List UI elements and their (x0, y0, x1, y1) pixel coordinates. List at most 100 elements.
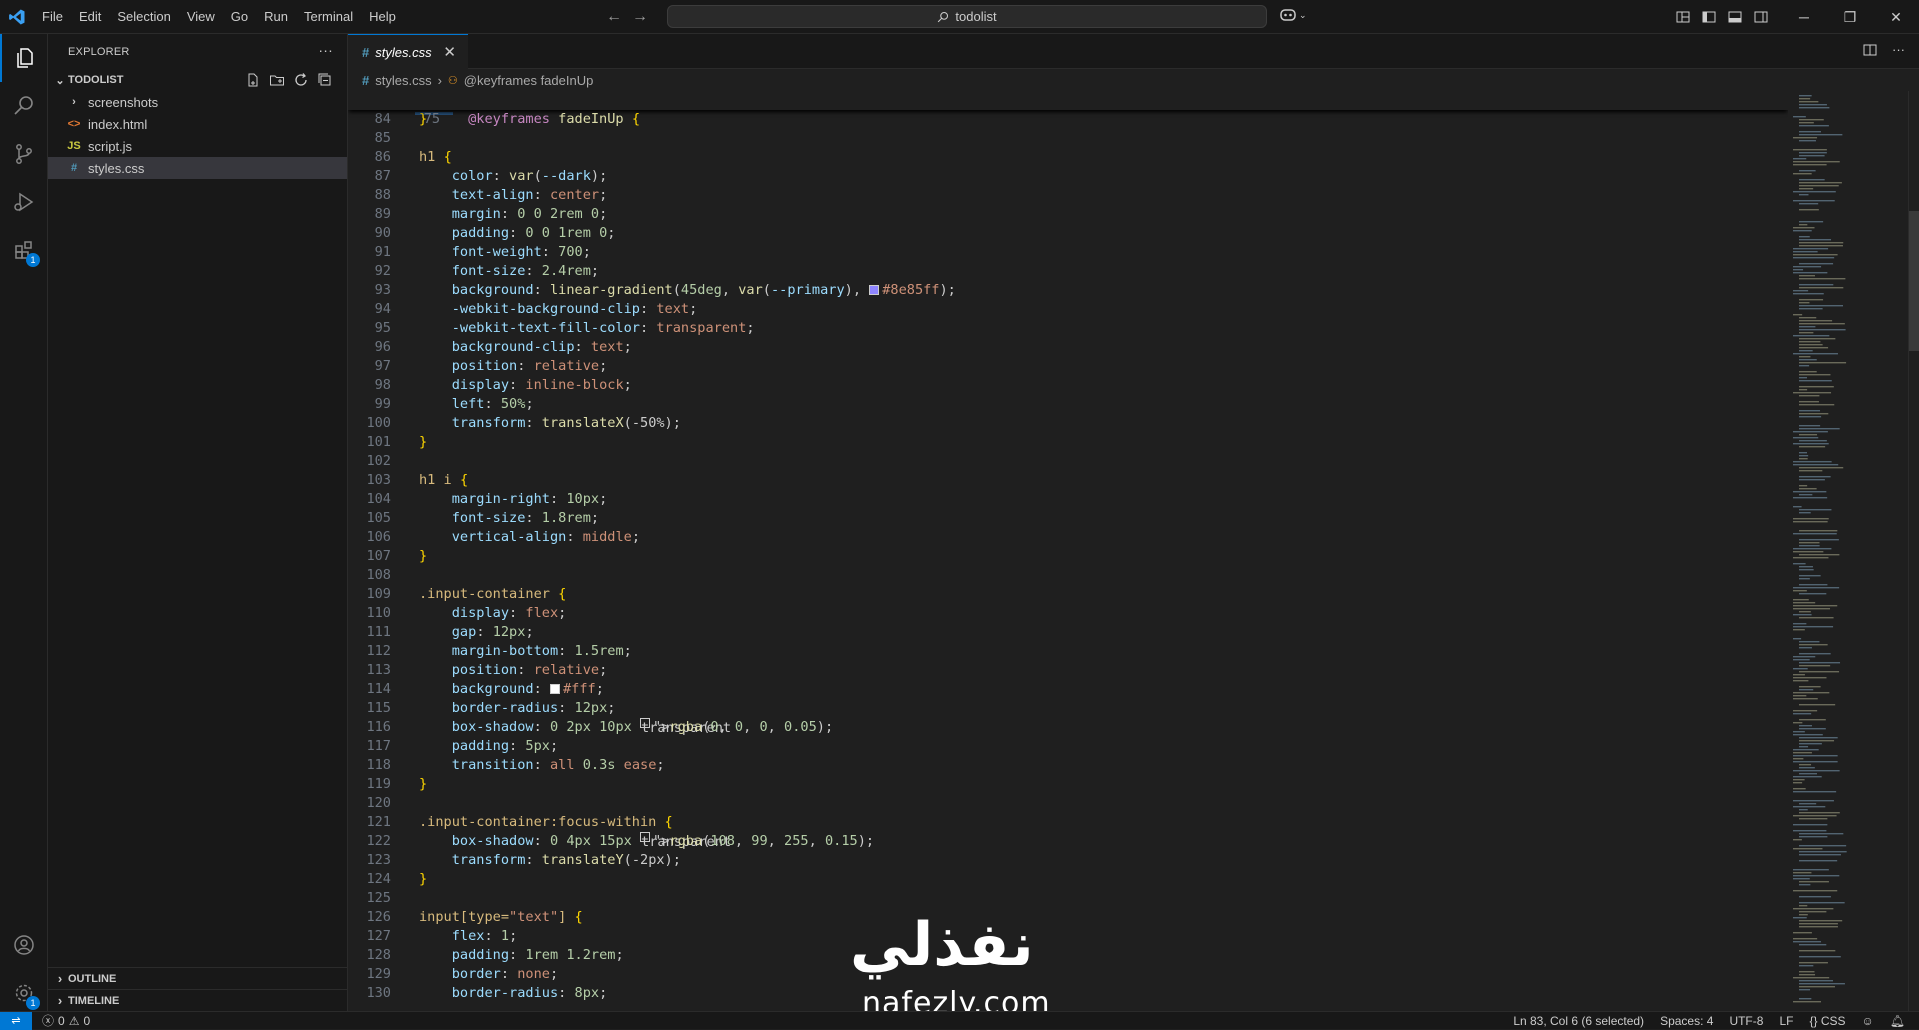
menu-go[interactable]: Go (223, 0, 256, 34)
minimize-icon[interactable]: ─ (1781, 0, 1827, 34)
refresh-icon[interactable] (293, 72, 309, 88)
manage-activity[interactable]: 1 (0, 969, 48, 1017)
folder-todolist[interactable]: ⌄ TODOLIST (48, 69, 347, 91)
code-line[interactable]: 99 left: 50%; (348, 395, 1788, 414)
code-line[interactable]: 87 color: var(--dark); (348, 167, 1788, 186)
vscode-logo-icon[interactable] (0, 0, 34, 34)
tree-item-screenshots[interactable]: › screenshots (48, 91, 347, 113)
menu-help[interactable]: Help (361, 0, 404, 34)
code-line[interactable]: 114 background: #fff; (348, 680, 1788, 699)
menu-view[interactable]: View (179, 0, 223, 34)
indentation[interactable]: Spaces: 4 (1660, 1014, 1713, 1028)
code-line[interactable]: 86 h1 { (348, 148, 1788, 167)
breadcrumb-file[interactable]: styles.css (375, 73, 431, 88)
code-line[interactable]: 124} (348, 870, 1788, 889)
outline-section[interactable]: › OUTLINE (48, 967, 348, 989)
vertical-scrollbar[interactable] (1908, 91, 1919, 1011)
code-line[interactable]: 127 flex: 1; (348, 927, 1788, 946)
scrollbar-thumb[interactable] (1909, 211, 1919, 351)
problems-indicator[interactable]: ⓧ 0 ⚠ 0 (42, 1012, 90, 1029)
menu-terminal[interactable]: Terminal (296, 0, 361, 34)
code-line[interactable]: 101} (348, 433, 1788, 452)
code-line[interactable]: 117 padding: 5px; (348, 737, 1788, 756)
code-line[interactable]: 111 gap: 12px; (348, 623, 1788, 642)
code-line[interactable]: 120 (348, 794, 1788, 813)
code-line[interactable]: 89 margin: 0 0 2rem 0; (348, 205, 1788, 224)
toggle-secondary-sidebar-icon[interactable] (1753, 9, 1769, 25)
end-of-line[interactable]: LF (1779, 1014, 1793, 1028)
command-center-search[interactable]: todolist (667, 5, 1267, 28)
back-arrow-icon[interactable]: ← (606, 8, 622, 26)
customize-layout-icon[interactable] (1675, 9, 1691, 25)
code-line[interactable]: 91 font-weight: 700; (348, 243, 1788, 262)
more-actions-icon[interactable]: ··· (318, 42, 333, 58)
menu-selection[interactable]: Selection (109, 0, 178, 34)
color-swatch[interactable]: transparent (640, 718, 731, 736)
code-line[interactable]: 94 -webkit-background-clip: text; (348, 300, 1788, 319)
cursor-position[interactable]: Ln 83, Col 6 (6 selected) (1513, 1014, 1644, 1028)
code-line[interactable]: 122 box-shadow: 0 4px 15px transparent">… (348, 832, 1788, 851)
color-swatch[interactable] (549, 684, 560, 694)
close-window-icon[interactable]: ✕ (1873, 0, 1919, 34)
explorer-activity[interactable] (0, 34, 48, 82)
breadcrumb-symbol[interactable]: @keyframes fadeInUp (464, 73, 594, 88)
notifications-icon[interactable]: 🔔︎ (1890, 1014, 1905, 1028)
copilot-status-icon[interactable]: ☺ (1862, 1014, 1874, 1028)
color-swatch[interactable]: transparent (640, 832, 731, 850)
menu-file[interactable]: File (34, 0, 71, 34)
code-line[interactable]: 98 display: inline-block; (348, 376, 1788, 395)
tree-item-script-js[interactable]: JS script.js (48, 135, 347, 157)
source-control-activity[interactable] (0, 130, 48, 178)
tab-styles-css[interactable]: # styles.css ✕ (348, 34, 468, 69)
code-line[interactable]: 115 border-radius: 12px; (348, 699, 1788, 718)
menu-run[interactable]: Run (256, 0, 296, 34)
timeline-section[interactable]: › TIMELINE (48, 989, 348, 1011)
code-line[interactable]: 103 h1 i { (348, 471, 1788, 490)
code-line[interactable]: 129 border: none; (348, 965, 1788, 984)
code-line[interactable]: 90 padding: 0 0 1rem 0; (348, 224, 1788, 243)
code-line[interactable]: 96 background-clip: text; (348, 338, 1788, 357)
restore-icon[interactable]: ❐ (1827, 0, 1873, 34)
code-line[interactable]: 92 font-size: 2.4rem; (348, 262, 1788, 281)
tree-item-index-html[interactable]: <> index.html (48, 113, 347, 135)
code-line[interactable]: 126 input[type="text"] { (348, 908, 1788, 927)
code-line[interactable]: 112 margin-bottom: 1.5rem; (348, 642, 1788, 661)
sticky-scroll-header[interactable]: 75 @keyframes fadeInUp { (348, 91, 1788, 127)
toggle-primary-sidebar-icon[interactable] (1701, 9, 1717, 25)
code-line[interactable]: 104 margin-right: 10px; (348, 490, 1788, 509)
code-line[interactable]: 95 -webkit-text-fill-color: transparent; (348, 319, 1788, 338)
copilot-button[interactable]: ⌄ (1279, 7, 1307, 23)
code-line[interactable]: 110 display: flex; (348, 604, 1788, 623)
run-debug-activity[interactable] (0, 178, 48, 226)
code-line[interactable]: 123 transform: translateY(-2px); (348, 851, 1788, 870)
code-line[interactable]: 102 (348, 452, 1788, 471)
color-swatch[interactable] (869, 285, 880, 295)
code-line[interactable]: 106 vertical-align: middle; (348, 528, 1788, 547)
new-folder-icon[interactable] (269, 72, 285, 88)
new-file-icon[interactable] (245, 72, 261, 88)
extensions-activity[interactable]: 1 (0, 226, 48, 274)
search-activity[interactable] (0, 82, 48, 130)
code-line[interactable]: 108 (348, 566, 1788, 585)
forward-arrow-icon[interactable]: → (632, 8, 648, 26)
code-line[interactable]: 116 box-shadow: 0 2px 10px transparent">… (348, 718, 1788, 737)
menu-edit[interactable]: Edit (71, 0, 109, 34)
split-editor-icon[interactable] (1862, 42, 1878, 58)
toggle-panel-icon[interactable] (1727, 9, 1743, 25)
code-line[interactable]: 85 (348, 129, 1788, 148)
code-line[interactable]: 128 padding: 1rem 1.2rem; (348, 946, 1788, 965)
code-line[interactable]: 109 .input-container { (348, 585, 1788, 604)
accounts-activity[interactable] (0, 921, 48, 969)
code-line[interactable]: 118 transition: all 0.3s ease; (348, 756, 1788, 775)
code-line[interactable]: 113 position: relative; (348, 661, 1788, 680)
tree-item-styles-css[interactable]: # styles.css (48, 157, 347, 179)
encoding[interactable]: UTF-8 (1729, 1014, 1763, 1028)
code-line[interactable]: 100 transform: translateX(-50%); (348, 414, 1788, 433)
code-line[interactable]: 130 border-radius: 8px; (348, 984, 1788, 1003)
code-line[interactable]: 97 position: relative; (348, 357, 1788, 376)
minimap[interactable] (1788, 91, 1908, 1011)
code-line[interactable]: 107} (348, 547, 1788, 566)
code-line[interactable]: 125 (348, 889, 1788, 908)
remote-indicator-icon[interactable]: ⇌ (0, 1011, 32, 1030)
code-line[interactable]: 105 font-size: 1.8rem; (348, 509, 1788, 528)
